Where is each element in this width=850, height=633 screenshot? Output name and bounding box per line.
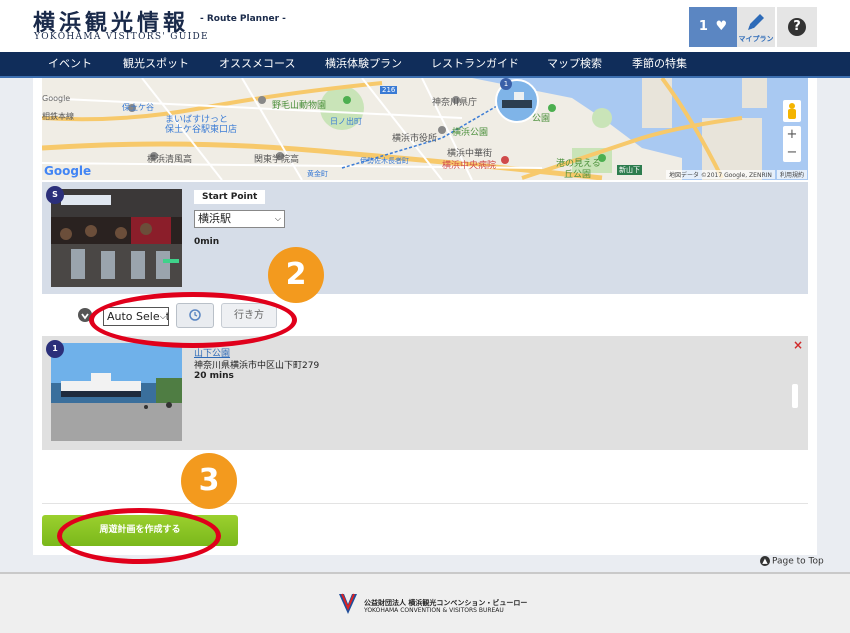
map-label: 横浜公園 bbox=[452, 128, 489, 138]
stop-photo bbox=[51, 343, 182, 441]
map-label: 丘公園 bbox=[564, 170, 592, 180]
nav-item-events[interactable]: イベント bbox=[48, 52, 92, 76]
arrow-up-icon: ▲ bbox=[760, 556, 770, 566]
map-label: 保土ケ谷駅東口店 bbox=[165, 125, 238, 135]
page-top-link[interactable]: ▲ Page to Top bbox=[760, 556, 824, 567]
map-label: Google bbox=[42, 94, 71, 103]
stop-address: 神奈川県横浜市中区山下町279 bbox=[194, 361, 320, 371]
highlight-ellipse bbox=[57, 508, 221, 564]
map-label: 黄金町 bbox=[307, 170, 328, 178]
start-station-select[interactable]: 横浜駅 ⌵ bbox=[194, 210, 285, 228]
map-terms-link[interactable]: 利用規約 bbox=[777, 170, 808, 179]
route-map[interactable]: Google 相鉄本線 野毛山動物園 神奈川県庁 横浜公園 保土ケ谷 まいばすけ… bbox=[42, 78, 808, 180]
bureau-logo-icon[interactable] bbox=[338, 593, 358, 615]
road-shield: 216 bbox=[380, 86, 398, 94]
step-3-badge: 3 bbox=[181, 453, 237, 509]
google-logo[interactable]: Google bbox=[44, 164, 91, 178]
map-label: 神奈川県庁 bbox=[432, 98, 478, 108]
pegman-icon[interactable] bbox=[783, 100, 801, 122]
site-logo-subtitle: YOKOHAMA VISITORS' GUIDE bbox=[34, 32, 209, 42]
nav-item-seasonal[interactable]: 季節の特集 bbox=[632, 52, 687, 76]
nav-item-experience[interactable]: 横浜体験プラン bbox=[325, 52, 402, 76]
main-nav: イベント 観光スポット オススメコース 横浜体験プラン レストランガイド マップ… bbox=[0, 52, 850, 78]
start-photo bbox=[51, 189, 182, 287]
step-2-badge: 2 bbox=[268, 247, 324, 303]
start-point-card: S Start Point 横浜駅 ⌵ 0min bbox=[42, 182, 808, 294]
map-label: 保土ケ谷 bbox=[122, 103, 154, 112]
page-top-label: Page to Top bbox=[772, 556, 824, 567]
map-label: 関東学院高 bbox=[254, 155, 300, 165]
scrollbar[interactable] bbox=[792, 384, 798, 408]
heart-icon: ♥ bbox=[715, 19, 728, 34]
stop-card: 1 山下公園 神奈川県横浜市中区山下町279 20 mins × bbox=[42, 336, 808, 450]
map-label: 伊勢佐木長者町 bbox=[360, 157, 409, 165]
zoom-controls: + − bbox=[783, 126, 801, 162]
help-icon: ? bbox=[788, 18, 806, 36]
footer-org-en: YOKOHAMA CONVENTION & VISITORS BUREAU bbox=[364, 607, 504, 614]
site-header: 横浜観光情報 YOKOHAMA VISITORS' GUIDE - Route … bbox=[0, 0, 850, 52]
map-label: 横浜清風高 bbox=[147, 155, 193, 165]
close-icon[interactable]: × bbox=[792, 339, 804, 351]
site-footer: 公益財団法人 横浜観光コンベンション・ビューロー YOKOHAMA CONVEN… bbox=[0, 572, 850, 633]
chevron-down-icon: ⌵ bbox=[274, 214, 281, 223]
pencil-icon bbox=[748, 14, 764, 30]
map-route-badge: 1 bbox=[500, 78, 512, 90]
myplan-count: 1 bbox=[698, 19, 708, 34]
help-button[interactable]: ? bbox=[777, 7, 817, 47]
zoom-out-button[interactable]: − bbox=[783, 144, 801, 162]
nav-item-spots[interactable]: 観光スポット bbox=[123, 52, 189, 76]
stop-duration: 20 mins bbox=[194, 371, 234, 381]
nav-item-courses[interactable]: オススメコース bbox=[219, 52, 295, 76]
map-copyright: 地図データ ©2017 Google, ZENRIN bbox=[666, 170, 775, 179]
zoom-in-button[interactable]: + bbox=[783, 126, 801, 144]
stop-badge: 1 bbox=[46, 340, 64, 358]
map-label: 野毛山動物園 bbox=[272, 101, 327, 111]
nav-item-restaurants[interactable]: レストランガイド bbox=[431, 52, 519, 76]
map-label: 相鉄本線 bbox=[42, 112, 74, 121]
highlight-ellipse bbox=[89, 292, 297, 348]
myplan-button[interactable]: マイプラン bbox=[737, 7, 775, 47]
start-point-label: Start Point bbox=[194, 190, 266, 204]
map-label: 新山下 bbox=[617, 165, 642, 175]
nav-item-map-search[interactable]: マップ検索 bbox=[547, 52, 602, 76]
myplan-count-button[interactable]: 1 ♥ bbox=[689, 7, 737, 47]
map-label: 横浜市役所 bbox=[392, 134, 438, 144]
divider bbox=[42, 503, 808, 504]
myplan-label: マイプラン bbox=[738, 35, 774, 43]
start-time: 0min bbox=[194, 237, 220, 247]
start-badge: S bbox=[46, 186, 64, 204]
map-label: 横浜中央病院 bbox=[442, 161, 497, 171]
route-planner-label: - Route Planner - bbox=[200, 14, 286, 24]
start-station-value: 横浜駅 bbox=[198, 212, 231, 225]
map-label: 日ノ出町 bbox=[330, 117, 362, 126]
map-label: 公園 bbox=[532, 114, 551, 124]
